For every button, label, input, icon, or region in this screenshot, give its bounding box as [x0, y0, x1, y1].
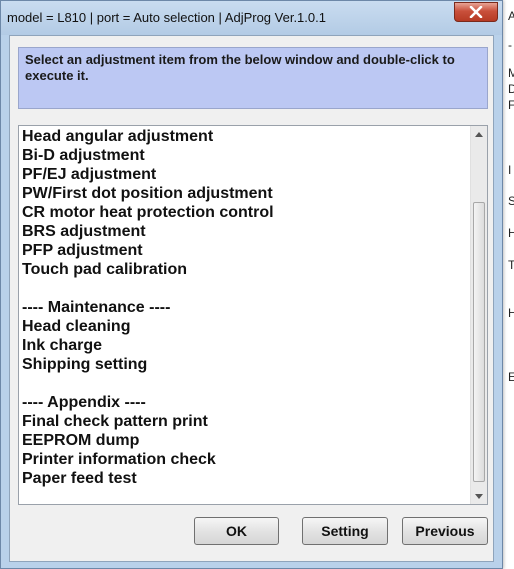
vertical-scrollbar[interactable] — [470, 126, 487, 504]
dialog-client-area: Select an adjustment item from the below… — [9, 35, 494, 562]
adjustment-item-list[interactable]: Head angular adjustment Bi-D adjustment PF… — [18, 125, 488, 505]
background-window-text: - — [508, 38, 512, 52]
background-window: A - M D F I S H T H E — [502, 0, 514, 569]
list-item[interactable]: Touch pad calibration — [22, 260, 472, 279]
list-section-header: ---- Appendix ---- — [22, 394, 146, 411]
scroll-up-button[interactable] — [471, 126, 487, 142]
list-item[interactable]: Bi-D adjustment — [22, 146, 472, 165]
list-item[interactable]: PW/First dot position adjustment — [22, 184, 472, 203]
list-item[interactable]: PFP adjustment — [22, 241, 472, 260]
background-window-text: S — [508, 194, 514, 208]
setting-button[interactable]: Setting — [302, 517, 388, 545]
list-item[interactable]: Head angular adjustment — [22, 127, 472, 146]
list-item[interactable]: Ink charge — [22, 336, 472, 355]
background-window-text: H — [508, 226, 514, 240]
close-icon — [469, 6, 483, 18]
adjprog-dialog: model = L810 | port = Auto selection | A… — [0, 0, 503, 569]
previous-button[interactable]: Previous — [402, 517, 488, 545]
background-window-text: D — [508, 82, 514, 96]
list-item[interactable]: BRS adjustment — [22, 222, 472, 241]
list-item[interactable]: PF/EJ adjustment — [22, 165, 472, 184]
list-item[interactable]: CR motor heat protection control — [22, 203, 472, 222]
window-title: model = L810 | port = Auto selection | A… — [7, 10, 326, 25]
close-button[interactable] — [454, 2, 498, 22]
instruction-text: Select an adjustment item from the below… — [18, 47, 488, 109]
background-window-text: F — [508, 98, 514, 112]
background-window-text: M — [508, 66, 514, 80]
background-window-text: I — [508, 163, 512, 177]
ok-button[interactable]: OK — [194, 517, 279, 545]
list-item[interactable]: Final check pattern print — [22, 412, 472, 431]
scroll-up-arrow-icon — [475, 131, 483, 137]
scrollbar-thumb[interactable] — [473, 202, 485, 482]
list-item[interactable]: EEPROM dump — [22, 431, 472, 450]
background-window-text: A — [508, 9, 514, 23]
list-item[interactable]: Head cleaning — [22, 317, 472, 336]
background-window-text: H — [508, 306, 514, 320]
scroll-down-button[interactable] — [471, 488, 487, 504]
list-section-header: ---- Maintenance ---- — [22, 299, 171, 316]
list-item[interactable]: Shipping setting — [22, 355, 472, 374]
background-window-text: T — [508, 258, 514, 272]
title-bar[interactable]: model = L810 | port = Auto selection | A… — [1, 1, 502, 35]
list-item[interactable]: Printer information check — [22, 450, 472, 469]
list-item[interactable]: Paper feed test — [22, 469, 472, 488]
background-window-text: E — [508, 370, 514, 384]
list-items-container: Head angular adjustment Bi-D adjustment PF… — [22, 127, 472, 488]
scroll-down-arrow-icon — [475, 493, 483, 499]
